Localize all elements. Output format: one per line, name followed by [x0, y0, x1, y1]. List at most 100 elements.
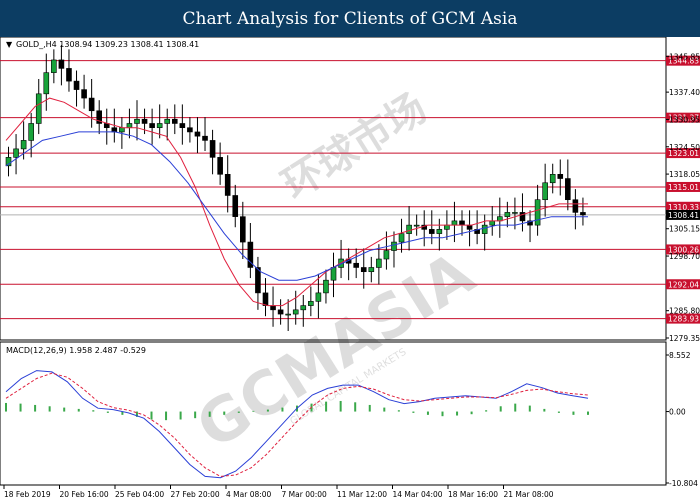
price-tick-label: 1330.95: [669, 115, 700, 124]
macd-tick-label: 8.552: [669, 351, 691, 360]
candle-body: [557, 173, 564, 179]
candle-body: [179, 123, 186, 129]
chart-header: GOLD_,H4 1308.94 1309.23 1308.41 1308.41: [16, 40, 199, 49]
candle-body: [88, 97, 95, 112]
candle-body: [534, 199, 541, 226]
candle-body: [391, 241, 397, 251]
macd-tick-label: 0.00: [669, 408, 686, 417]
macd-histogram-bar: [223, 411, 226, 415]
candle-body: [398, 233, 405, 243]
candle-body: [66, 68, 72, 82]
candle-body: [270, 305, 276, 311]
candle-body: [572, 199, 579, 213]
x-tick-label: 18 Mar 16:00: [448, 490, 498, 499]
candle-body: [194, 131, 201, 137]
candle-body: [292, 309, 299, 315]
macd-histogram-bar: [412, 411, 415, 413]
macd-histogram-bar: [557, 411, 560, 413]
candle-body: [277, 309, 284, 315]
candle-body: [330, 267, 337, 281]
candle-body: [466, 224, 473, 230]
candle-body: [383, 250, 390, 260]
x-tick-label: 14 Mar 04:00: [393, 490, 443, 499]
x-tick-label: 27 Feb 20:00: [171, 490, 220, 499]
macd-histogram-bar: [281, 407, 284, 412]
candle-body: [126, 123, 133, 129]
candle-body: [413, 224, 420, 227]
macd-title: MACD(12,26,9) 1.958 2.487 -0.529: [6, 346, 146, 355]
candle-body: [368, 267, 375, 273]
x-tick-label: 21 Mar 08:00: [504, 490, 554, 499]
candle-body: [512, 212, 518, 214]
candle-body: [209, 140, 216, 158]
macd-histogram-bar: [572, 411, 575, 415]
macd-histogram-bar: [499, 406, 502, 412]
candle-body: [444, 224, 450, 230]
candle-body: [565, 178, 571, 201]
candle-body: [20, 140, 27, 150]
level-label: 1283.93: [668, 315, 699, 324]
candle-body: [187, 127, 193, 133]
candle-body: [111, 127, 118, 133]
candle-body: [459, 220, 465, 226]
candle-body: [406, 224, 412, 234]
macd-histogram-bar: [19, 403, 22, 412]
x-tick-label: 11 Mar 12:00: [337, 490, 387, 499]
macd-histogram-bar: [325, 401, 328, 412]
macd-histogram-bar: [485, 410, 488, 412]
candle-body: [549, 173, 556, 184]
candle-body: [436, 229, 443, 234]
macd-histogram-bar: [237, 411, 240, 413]
x-tick-label: 20 Feb 16:00: [60, 490, 109, 499]
candle-body: [428, 229, 435, 234]
macd-histogram-bar: [150, 411, 153, 420]
macd-histogram-bar: [165, 411, 168, 421]
candle-body: [51, 59, 57, 73]
x-tick-label: 18 Feb 2019: [4, 490, 51, 499]
price-tick-label: 1337.40: [669, 88, 700, 97]
macd-tick-label: -10.804: [669, 479, 698, 488]
macd-histogram-bar: [48, 406, 51, 412]
price-tick-label: 1305.15: [669, 225, 700, 234]
macd-histogram-bar: [77, 408, 80, 412]
candle-body: [141, 118, 148, 124]
candle-body: [542, 182, 548, 201]
candle-body: [81, 89, 87, 99]
candle-body: [240, 216, 246, 243]
candle-body: [73, 80, 80, 90]
x-tick-label: 7 Mar 00:00: [282, 490, 328, 499]
macd-histogram-bar: [5, 402, 7, 412]
candle-body: [489, 220, 496, 226]
candle-body: [451, 220, 458, 226]
price-tick-label: 1318.05: [669, 170, 700, 179]
candle-body: [323, 279, 329, 294]
candle-body: [156, 123, 163, 129]
macd-histogram-bar: [441, 411, 444, 417]
candle-body: [28, 123, 34, 141]
x-tick-label: 4 Mar 08:00: [226, 490, 272, 499]
candle-body: [43, 72, 50, 95]
candle-body: [285, 313, 291, 316]
price-tick-label: 1298.70: [669, 252, 700, 261]
candle-body: [504, 212, 511, 217]
macd-histogram-bar: [179, 411, 182, 420]
gold-chart[interactable]: GCMASIA 环球市场 GLOBAL CAPITAL MARKETS ▼ GO…: [0, 37, 700, 500]
macd-histogram-bar: [514, 403, 517, 412]
candle-body: [232, 195, 239, 217]
macd-histogram-bar: [368, 404, 371, 412]
candle-body: [262, 292, 269, 306]
macd-histogram-bar: [339, 400, 342, 412]
x-tick-label: 25 Feb 04:00: [115, 490, 164, 499]
macd-histogram-bar: [587, 411, 589, 415]
price-tick-label: 1345.85: [669, 52, 700, 61]
macd-histogram-bar: [34, 404, 37, 412]
candle-body: [134, 118, 140, 124]
candle-body: [58, 59, 65, 69]
macd-histogram-bar: [106, 411, 109, 413]
candle-body: [171, 118, 178, 124]
candle-body: [119, 127, 125, 133]
price-tick-label: 1324.50: [669, 143, 700, 152]
macd-histogram-bar: [528, 405, 531, 412]
candle-body: [481, 224, 488, 234]
macd-histogram-bar: [426, 411, 429, 415]
